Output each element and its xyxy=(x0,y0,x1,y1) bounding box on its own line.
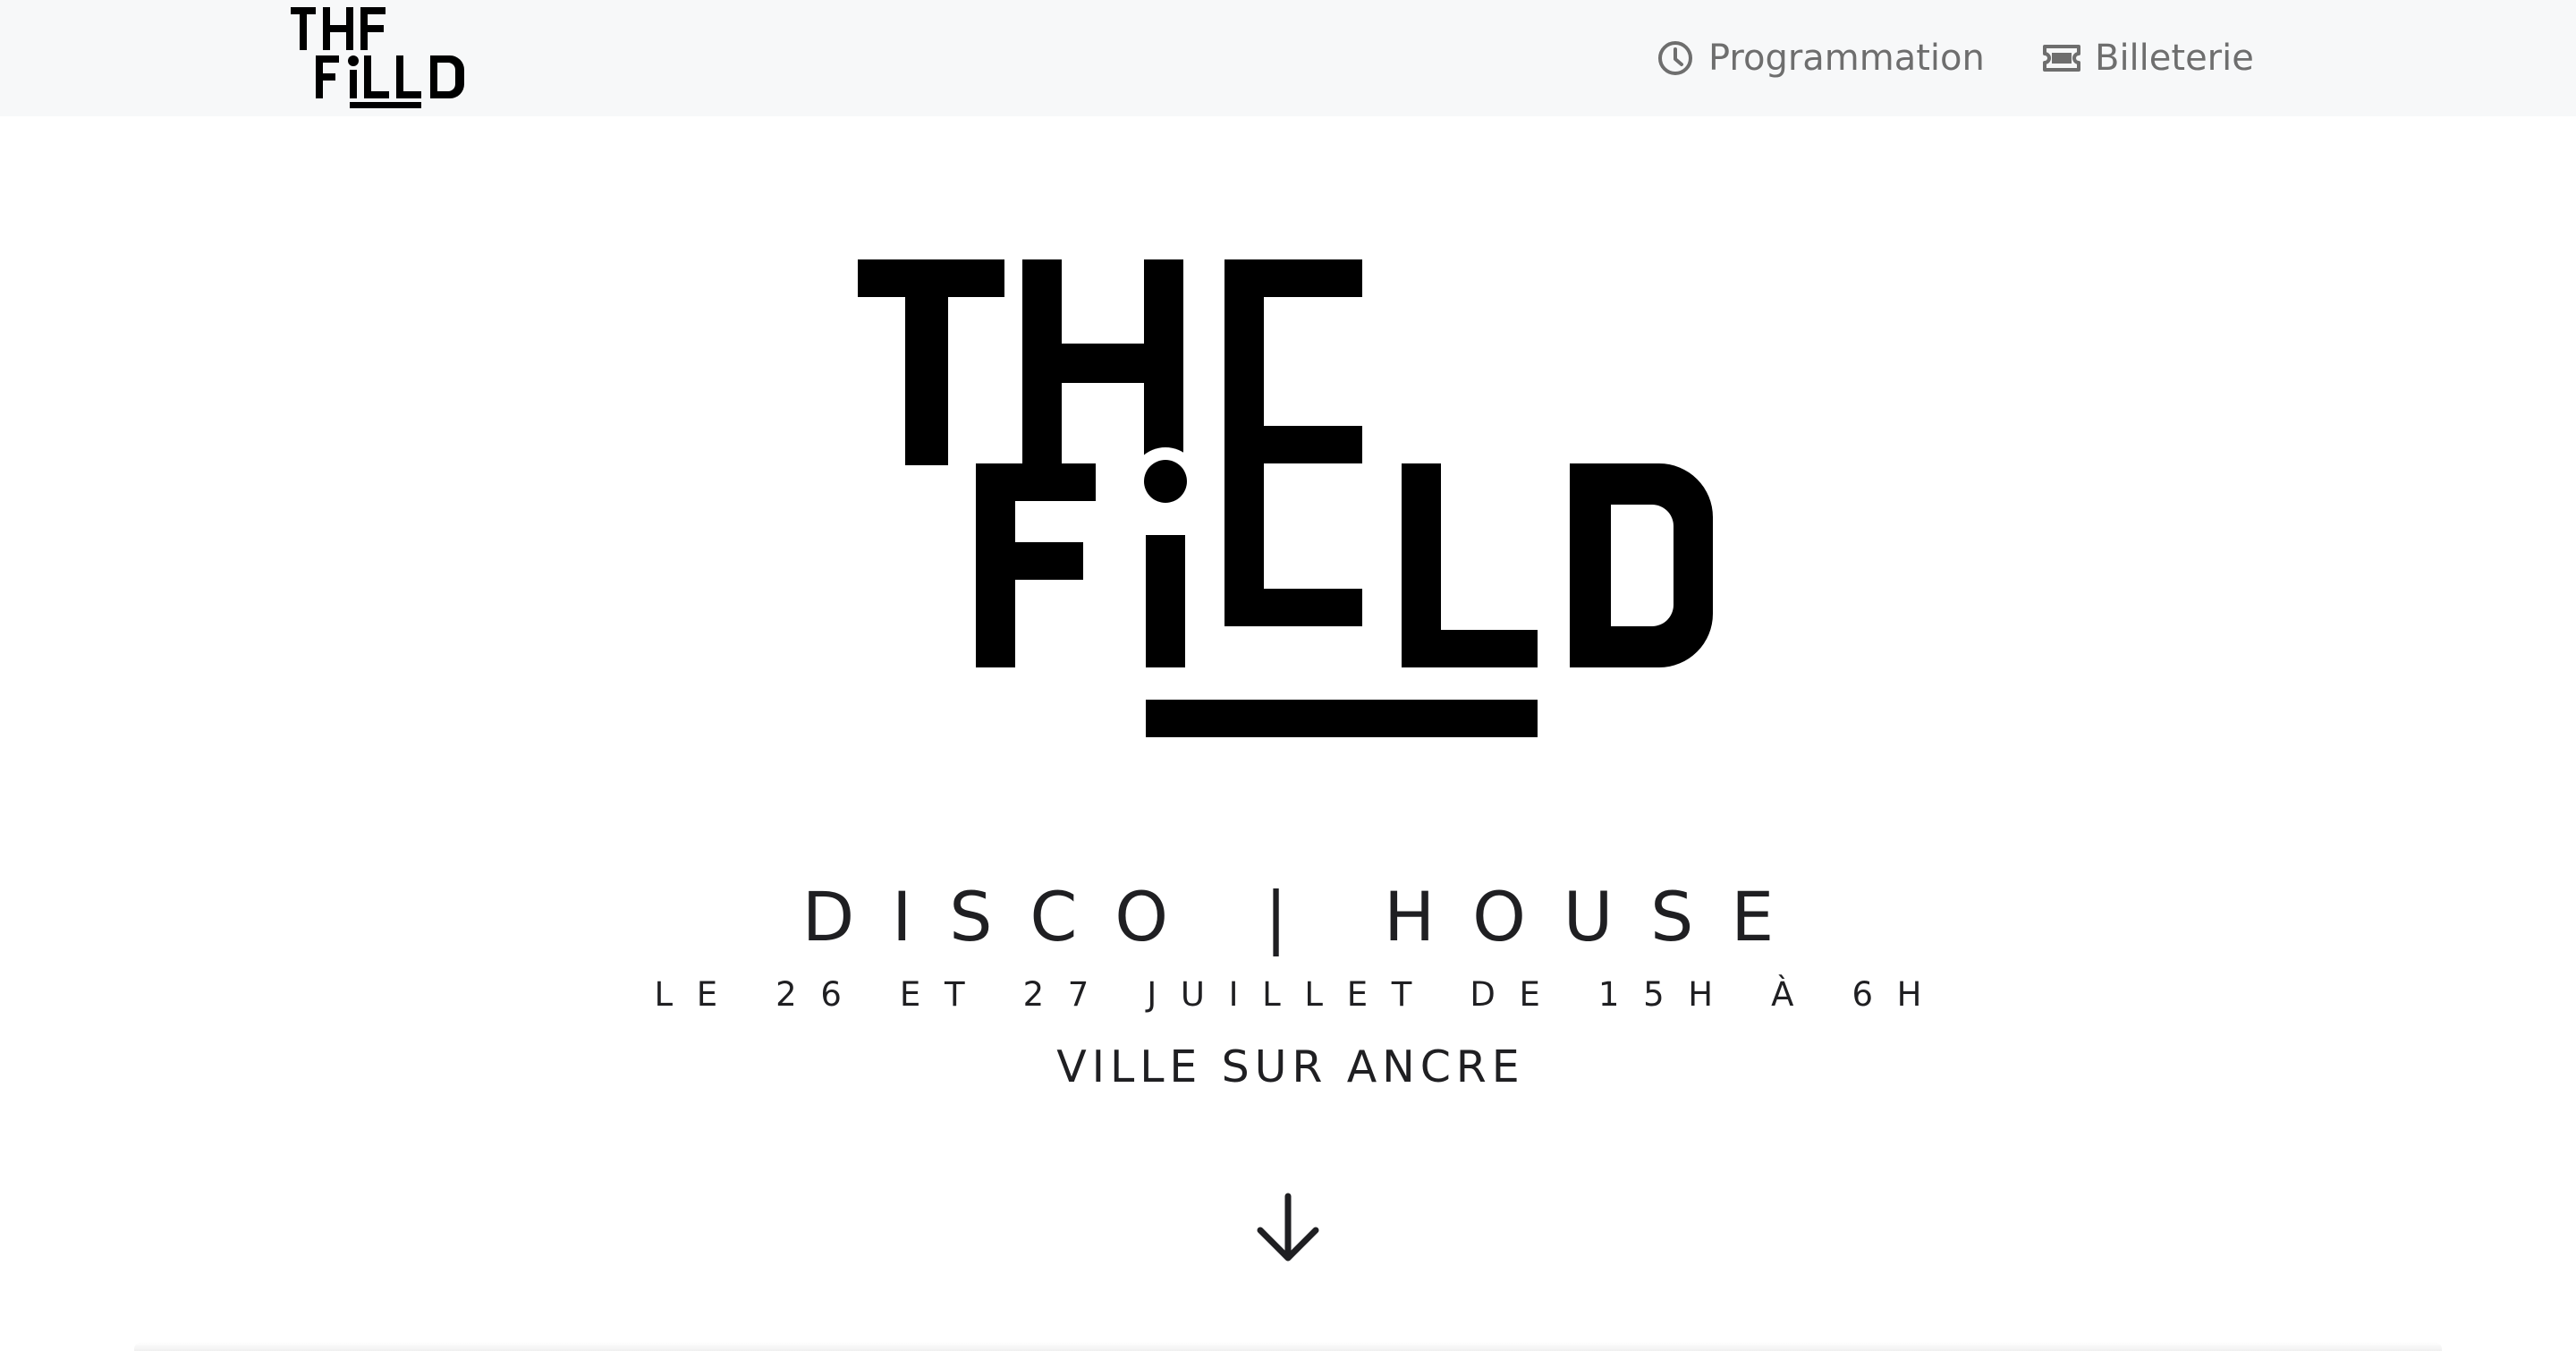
top-navbar: Programmation Billeterie xyxy=(0,0,2576,116)
arrow-down-icon[interactable] xyxy=(1255,1193,1321,1264)
nav-link-billeterie[interactable]: Billeterie xyxy=(2041,27,2254,89)
event-location: VILLE SUR ANCRE xyxy=(1056,1041,1525,1092)
nav-link-programmation[interactable]: Programmation xyxy=(1655,27,1985,89)
the-field-logo-large xyxy=(858,259,1713,737)
event-dates: LE 26 ET 27 JUILLET DE 15H À 6H xyxy=(654,975,1946,1014)
ticket-icon xyxy=(2041,38,2082,79)
nav-link-label: Billeterie xyxy=(2095,38,2254,79)
nav-link-label: Programmation xyxy=(1708,38,1985,79)
clock-icon xyxy=(1655,38,1696,79)
the-field-logo-small[interactable] xyxy=(291,5,479,109)
content-card-edge xyxy=(134,1342,2442,1351)
genres-heading: DISCO | HOUSE xyxy=(801,877,1812,956)
